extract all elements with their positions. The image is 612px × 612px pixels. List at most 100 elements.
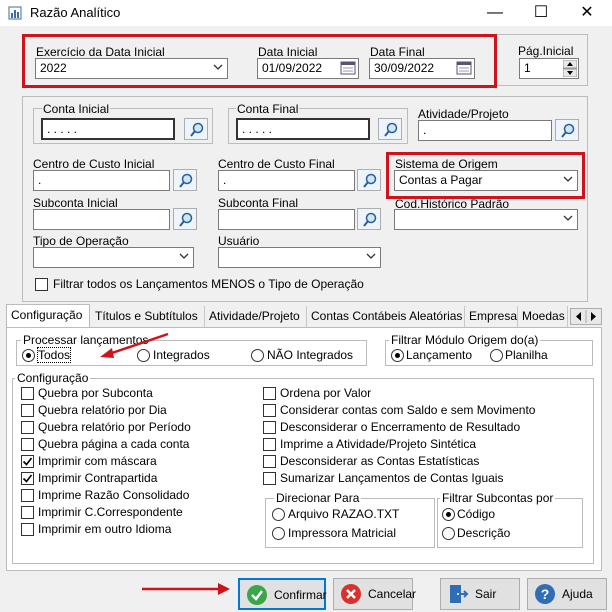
tab-moedas[interactable]: Moedas — [518, 306, 568, 328]
pag-inicial-label: Pág.Inicial — [518, 44, 574, 58]
search-icon — [179, 212, 193, 227]
right-checkbox-1[interactable] — [263, 404, 276, 417]
right-checkbox-label-1: Considerar contas com Saldo e sem Movime… — [280, 403, 536, 417]
exit-door-icon — [450, 585, 469, 603]
sair-label: Sair — [475, 587, 497, 601]
tab-strip: Configuração Títulos e Subtítulos Ativid… — [6, 304, 606, 328]
checkmark-icon — [22, 474, 33, 483]
conta-inicial-input[interactable]: . . . . . — [41, 118, 175, 140]
left-checkbox-3[interactable] — [21, 438, 34, 451]
cc-inicial-label: Centro de Custo Inicial — [33, 157, 155, 171]
left-checkbox-7[interactable] — [21, 506, 34, 519]
modulo-label-planilha: Planilha — [505, 348, 548, 362]
modulo-radio-lancamento[interactable] — [391, 349, 404, 362]
confirmar-button[interactable]: Confirmar — [238, 578, 327, 610]
usuario-select[interactable] — [218, 247, 381, 268]
check-circle-icon — [247, 585, 267, 605]
direcionar-group — [265, 498, 435, 548]
conta-final-search-button[interactable] — [378, 118, 402, 140]
right-checkbox-4[interactable] — [263, 455, 276, 468]
cod-historico-select[interactable] — [394, 209, 578, 230]
tipo-operacao-select[interactable] — [33, 247, 194, 268]
subcontas-radio-codigo[interactable] — [442, 508, 455, 521]
left-checkbox-8[interactable] — [21, 523, 34, 536]
tab-contas-aleatorias[interactable]: Contas Contábeis Aleatórias — [307, 306, 465, 328]
close-button[interactable]: ✕ — [564, 0, 610, 26]
direcionar-radio-impressora[interactable] — [272, 527, 285, 540]
filtrar-subcontas-group — [437, 498, 583, 548]
spinner-icon[interactable] — [563, 60, 577, 77]
pag-inicial-input[interactable]: 1 — [519, 58, 579, 79]
window-title: Razão Analítico — [30, 5, 121, 20]
filtrar-menos-checkbox[interactable] — [35, 278, 48, 291]
search-icon — [363, 212, 377, 227]
help-circle-icon: ? — [535, 584, 555, 604]
atividade-label: Atividade/Projeto — [418, 107, 509, 121]
cc-final-value: . — [223, 173, 227, 187]
modulo-radio-planilha[interactable] — [490, 349, 503, 362]
tab-scroll-buttons[interactable] — [570, 308, 602, 325]
left-checkbox-label-2: Quebra relatório por Período — [38, 420, 191, 434]
processar-radio-todos[interactable] — [22, 349, 35, 362]
atividade-search-button[interactable] — [555, 119, 579, 141]
right-checkbox-label-0: Ordena por Valor — [280, 386, 372, 400]
radio-dot — [26, 353, 31, 358]
cancelar-button[interactable]: Cancelar — [333, 578, 417, 610]
processar-label-nao-integrados: NÃO Integrados — [267, 348, 354, 362]
processar-radio-nao-integrados[interactable] — [251, 349, 264, 362]
left-checkbox-1[interactable] — [21, 404, 34, 417]
conta-inicial-search-button[interactable] — [184, 118, 208, 140]
right-checkbox-3[interactable] — [263, 438, 276, 451]
direcionar-radio-arquivo[interactable] — [272, 508, 285, 521]
subconta-inicial-search-button[interactable] — [173, 208, 197, 230]
tab-atividade[interactable]: Atividade/Projeto — [205, 306, 307, 328]
tab-configuracao[interactable]: Configuração — [6, 304, 90, 328]
left-checkbox-label-8: Imprimir em outro Idioma — [38, 522, 172, 536]
subcontas-label-descricao: Descrição — [457, 526, 511, 540]
ajuda-button[interactable]: ? Ajuda — [527, 578, 607, 610]
search-icon — [179, 173, 193, 188]
left-checkbox-label-1: Quebra relatório por Dia — [38, 403, 167, 417]
filtrar-menos-label: Filtrar todos os Lançamentos MENOS o Tip… — [53, 277, 364, 291]
subconta-final-label: Subconta Final — [218, 196, 299, 210]
atividade-input[interactable]: . — [418, 120, 552, 141]
search-icon — [384, 122, 398, 137]
left-checkbox-5[interactable] — [21, 472, 34, 485]
atividade-value: . — [423, 123, 427, 137]
cc-final-search-button[interactable] — [357, 169, 381, 191]
cc-final-input[interactable]: . — [218, 170, 355, 191]
ajuda-label: Ajuda — [562, 587, 593, 601]
cc-inicial-input[interactable]: . — [33, 170, 170, 191]
subconta-final-search-button[interactable] — [357, 208, 381, 230]
left-checkbox-0[interactable] — [21, 387, 34, 400]
subconta-inicial-input[interactable] — [33, 209, 170, 230]
left-checkbox-6[interactable] — [21, 489, 34, 502]
chevron-left-right-icon — [576, 310, 596, 323]
pag-inicial-value: 1 — [524, 61, 531, 75]
right-checkbox-2[interactable] — [263, 421, 276, 434]
sair-button[interactable]: Sair — [440, 578, 520, 610]
conta-final-value: . . . . . — [242, 122, 273, 136]
conta-inicial-value: . . . . . — [47, 122, 78, 136]
tab-panel-configuracao: Processar lançamentos Todos Integrados N… — [6, 327, 602, 571]
cc-inicial-search-button[interactable] — [173, 169, 197, 191]
modulo-label-lancamento: Lançamento — [406, 348, 473, 362]
maximize-button[interactable]: ☐ — [518, 0, 564, 26]
left-checkbox-2[interactable] — [21, 421, 34, 434]
highlight-sistema-origem — [386, 152, 585, 199]
tab-titulos[interactable]: Títulos e Subtítulos — [91, 306, 205, 328]
chevron-down-icon — [179, 253, 189, 259]
minimize-button[interactable]: — — [472, 0, 518, 26]
subcontas-radio-descricao[interactable] — [442, 527, 455, 540]
right-checkbox-5[interactable] — [263, 472, 276, 485]
subconta-final-input[interactable] — [218, 209, 355, 230]
left-checkbox-4[interactable] — [21, 455, 34, 468]
conta-final-input[interactable]: . . . . . — [236, 118, 370, 140]
tipo-operacao-label: Tipo de Operação — [33, 234, 129, 248]
direcionar-label-arquivo: Arquivo RAZAO.TXT — [288, 507, 400, 521]
right-checkbox-0[interactable] — [263, 387, 276, 400]
filtrar-subcontas-title: Filtrar Subcontas por — [440, 491, 556, 505]
cc-inicial-value: . — [38, 173, 42, 187]
tab-empresa[interactable]: Empresa — [465, 306, 518, 328]
cancelar-label: Cancelar — [368, 587, 417, 601]
